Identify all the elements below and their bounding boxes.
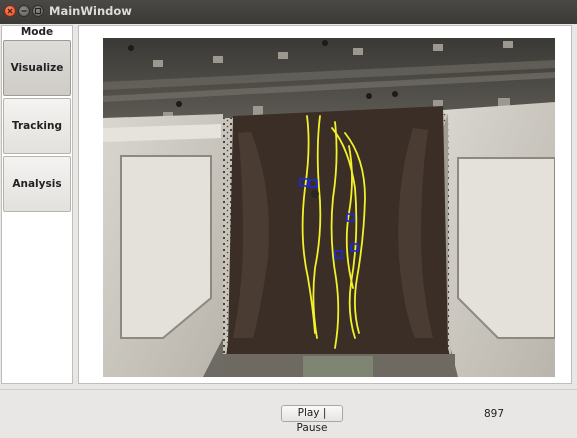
play-pause-button[interactable]: Play | Pause — [281, 405, 343, 434]
video-frame — [103, 38, 556, 377]
maximize-icon[interactable] — [32, 5, 44, 17]
window-title: MainWindow — [49, 4, 132, 18]
tracking-button-label: Tracking — [11, 120, 63, 132]
mode-sidebar: Mode Visualize Tracking Analysis — [1, 25, 73, 384]
tracking-button[interactable]: Tracking — [3, 98, 71, 154]
tracking-video-image — [103, 38, 556, 377]
status-divider — [0, 389, 577, 390]
visualize-button[interactable]: Visualize — [3, 40, 71, 96]
minimize-icon[interactable] — [18, 5, 30, 17]
analysis-button[interactable]: Analysis — [3, 156, 71, 212]
visualize-button-label: Visualize — [10, 62, 64, 74]
mode-heading: Mode — [20, 26, 54, 38]
close-icon[interactable] — [4, 5, 16, 17]
title-bar: MainWindow — [0, 0, 577, 24]
frame-number: 897 — [484, 408, 505, 420]
analysis-button-label: Analysis — [12, 178, 62, 190]
